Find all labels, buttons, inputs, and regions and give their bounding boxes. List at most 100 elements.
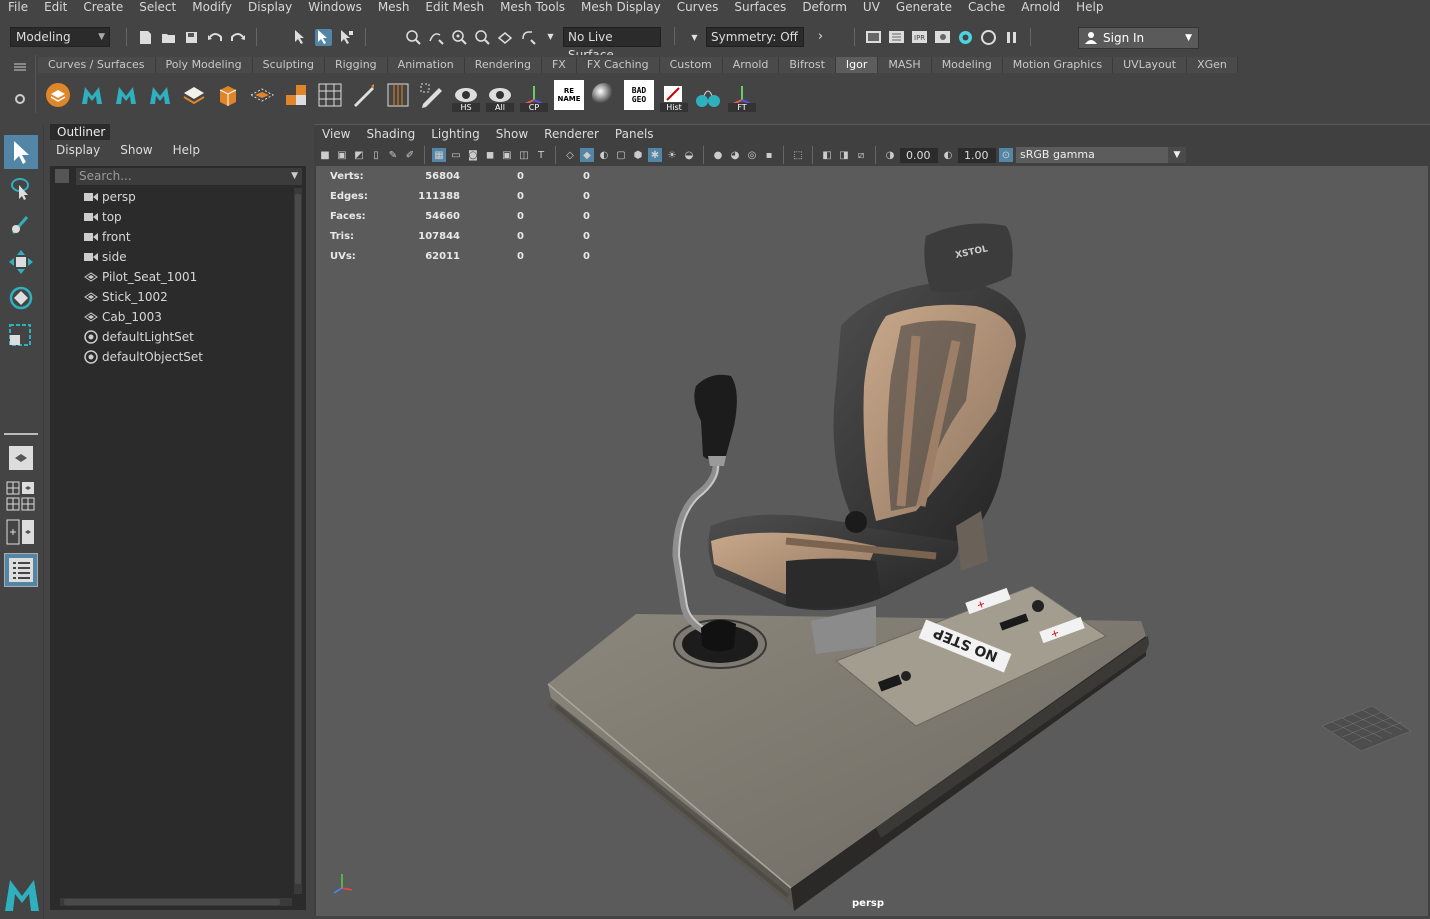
motion-blur-icon[interactable]: ◕ — [728, 148, 742, 162]
snap-curve-icon[interactable] — [427, 28, 444, 45]
textured-icon[interactable]: ⬢ — [631, 148, 645, 162]
live-surface-field[interactable]: No Live Surface — [563, 27, 661, 62]
menu-windows[interactable]: Windows — [300, 0, 370, 14]
menu-select[interactable]: Select — [131, 0, 184, 14]
outliner-item-stick[interactable]: Stick_1002 — [84, 288, 168, 306]
grid-icon[interactable] — [316, 80, 344, 110]
menu-deform[interactable]: Deform — [794, 0, 855, 14]
shelf-tab-bifrost[interactable]: Bifrost — [779, 57, 836, 73]
outliner-menu-display[interactable]: Display — [46, 143, 110, 159]
shelf-tab-arnold[interactable]: Arnold — [722, 57, 780, 73]
outliner-item-top[interactable]: top — [84, 208, 122, 226]
menu-mesh-tools[interactable]: Mesh Tools — [492, 0, 573, 14]
select-tool-icon[interactable] — [4, 135, 38, 169]
outliner-tab[interactable]: Outliner — [50, 124, 110, 140]
bad-geo-icon[interactable]: BAD GEO — [624, 80, 654, 110]
shelf-tab-modeling[interactable]: Modeling — [931, 57, 1003, 73]
snap-surface-icon[interactable] — [496, 28, 513, 45]
menu-help[interactable]: Help — [1068, 0, 1111, 14]
scrollbar-thumb[interactable] — [64, 899, 280, 905]
blocks-icon[interactable] — [282, 80, 310, 110]
outliner-persp-layout-icon[interactable] — [6, 497, 36, 514]
use-all-lights-icon[interactable]: ✱ — [648, 148, 662, 162]
gate-mask-icon[interactable]: ◼ — [483, 148, 497, 162]
backface-culling-icon[interactable]: ⧄ — [854, 148, 868, 162]
gear-icon[interactable] — [14, 93, 26, 108]
lights-icon[interactable]: ☀ — [665, 148, 679, 162]
menu-display[interactable]: Display — [240, 0, 300, 14]
exposure-icon[interactable]: ◑ — [883, 148, 897, 162]
planes-icon[interactable] — [248, 80, 276, 110]
render-current-icon[interactable] — [888, 29, 905, 46]
outliner-item-pilot-seat[interactable]: Pilot_Seat_1001 — [84, 268, 197, 286]
snap-live-icon[interactable] — [519, 28, 536, 45]
shadows-icon[interactable]: ◒ — [682, 148, 696, 162]
xray-joints-icon[interactable]: ◧ — [820, 148, 834, 162]
vp-menu-show[interactable]: Show — [488, 127, 536, 143]
mode-dropdown[interactable]: Modeling ▼ — [10, 27, 110, 47]
menu-modify[interactable]: Modify — [184, 0, 240, 14]
menu-create[interactable]: Create — [75, 0, 131, 14]
lasso-tool-icon[interactable] — [4, 171, 38, 205]
film-gate-icon[interactable]: ▭ — [449, 148, 463, 162]
rename-icon[interactable]: RE NAME — [554, 80, 584, 110]
columns-icon[interactable] — [384, 80, 412, 110]
eye-all-icon[interactable]: All — [486, 80, 514, 112]
outliner-horizontal-scrollbar[interactable] — [60, 898, 292, 906]
multisample-aa-icon[interactable]: ◎ — [745, 148, 759, 162]
shelf-tab-poly-modeling[interactable]: Poly Modeling — [155, 57, 253, 73]
outliner-layout-icon[interactable] — [4, 553, 38, 587]
render-view-icon[interactable] — [865, 29, 882, 46]
menu-file[interactable]: File — [0, 0, 36, 14]
hypershade-icon[interactable] — [957, 29, 974, 46]
maya-teal-icon[interactable] — [112, 80, 140, 110]
resolution-gate-icon[interactable]: ◙ — [466, 148, 480, 162]
snap-view-plane-icon[interactable] — [473, 28, 490, 45]
layers-icon[interactable] — [44, 80, 72, 110]
menu-edit[interactable]: Edit — [36, 0, 75, 14]
snap-point-icon[interactable] — [450, 28, 467, 45]
shelf-tab-animation[interactable]: Animation — [387, 57, 465, 73]
safe-action-icon[interactable]: ◫ — [517, 148, 531, 162]
chevron-down-icon[interactable]: ▼ — [686, 29, 703, 46]
menu-arnold[interactable]: Arnold — [1013, 0, 1068, 14]
outliner-item-cab[interactable]: Cab_1003 — [84, 308, 162, 326]
shelf-tab-sculpting[interactable]: Sculpting — [252, 57, 325, 73]
outliner-menu-show[interactable]: Show — [110, 143, 162, 159]
maya-teal-icon[interactable] — [146, 80, 174, 110]
center-pivot-icon[interactable]: CP — [520, 80, 548, 112]
grease-pencil-icon[interactable]: ✐ — [403, 148, 417, 162]
chevron-down-icon[interactable]: ▼ — [291, 168, 298, 185]
extrude-icon[interactable] — [214, 80, 242, 110]
bookmark-icon[interactable]: ◩ — [352, 148, 366, 162]
vp-menu-shading[interactable]: Shading — [358, 127, 423, 143]
outliner-item-front[interactable]: front — [84, 228, 131, 246]
outliner-item-default-object-set[interactable]: defaultObjectSet — [84, 348, 203, 366]
shelf-tab-custom[interactable]: Custom — [659, 57, 723, 73]
gamma-field[interactable]: 1.00 — [958, 147, 996, 163]
shelf-tab-rigging[interactable]: Rigging — [324, 57, 388, 73]
select-component-icon[interactable] — [338, 29, 355, 46]
outliner-vertical-scrollbar[interactable] — [294, 188, 302, 894]
sign-in-button[interactable]: Sign In ▼ — [1078, 27, 1199, 49]
new-scene-icon[interactable] — [137, 29, 154, 46]
menu-surfaces[interactable]: Surfaces — [726, 0, 794, 14]
sphere-icon[interactable] — [590, 80, 618, 110]
safe-title-icon[interactable]: T — [534, 148, 548, 162]
grid-toggle-icon[interactable]: ▦ — [432, 148, 446, 162]
open-scene-icon[interactable] — [160, 29, 177, 46]
single-perspective-layout-icon[interactable] — [4, 441, 38, 475]
outliner-item-default-light-set[interactable]: defaultLightSet — [84, 328, 194, 346]
menu-mesh-display[interactable]: Mesh Display — [573, 0, 669, 14]
menu-generate[interactable]: Generate — [888, 0, 960, 14]
menu-mesh[interactable]: Mesh — [370, 0, 418, 14]
shelf-tab-uvlayout[interactable]: UVLayout — [1113, 57, 1188, 73]
shelf-tab-xgen[interactable]: XGen — [1187, 57, 1238, 73]
chevron-down-icon[interactable]: ▼ — [542, 28, 559, 45]
2d-pan-icon[interactable]: ✎ — [386, 148, 400, 162]
outliner-menu-help[interactable]: Help — [163, 143, 210, 159]
scrollbar-thumb[interactable] — [295, 194, 301, 884]
image-plane-icon[interactable]: ▯ — [369, 148, 383, 162]
redo-icon[interactable] — [229, 29, 246, 46]
shelf-tab-rendering[interactable]: Rendering — [464, 57, 542, 73]
